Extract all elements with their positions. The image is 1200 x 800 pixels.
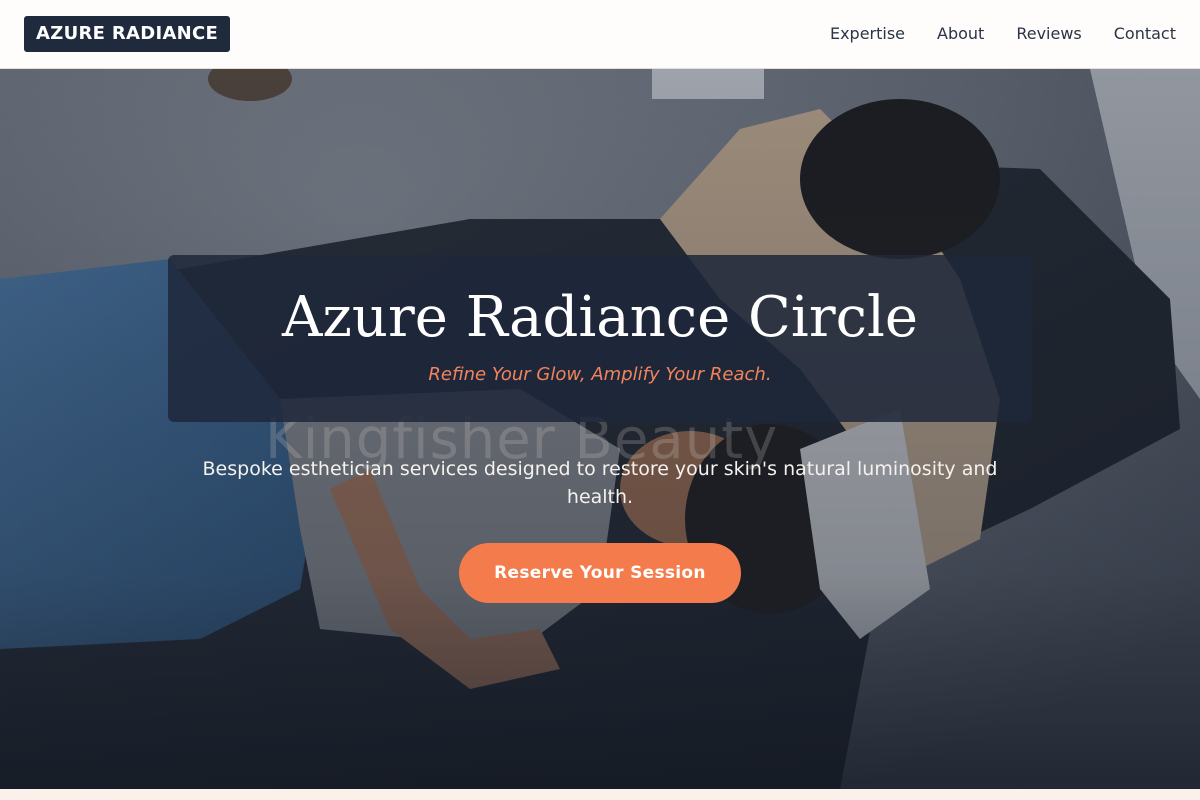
main-nav: Expertise About Reviews Contact bbox=[798, 24, 1176, 44]
nav-link-reviews[interactable]: Reviews bbox=[1016, 24, 1081, 44]
hero-title-card: Azure Radiance Circle Refine Your Glow, … bbox=[168, 255, 1032, 422]
nav-link-expertise[interactable]: Expertise bbox=[830, 24, 905, 44]
hero-tagline: Refine Your Glow, Amplify Your Reach. bbox=[428, 364, 772, 385]
hero-background-image bbox=[0, 69, 1200, 789]
site-header: AZURE RADIANCE Expertise About Reviews C… bbox=[0, 0, 1200, 69]
nav-link-about[interactable]: About bbox=[937, 24, 984, 44]
hero-description: Bespoke esthetician services designed to… bbox=[202, 458, 998, 508]
hero-photo-illustration bbox=[0, 69, 1200, 789]
reserve-session-button[interactable]: Reserve Your Session bbox=[459, 543, 741, 603]
nav-link-contact[interactable]: Contact bbox=[1114, 24, 1176, 44]
hero-section: Kingfisher Beauty Azure Radiance Circle … bbox=[0, 69, 1200, 789]
hero-title: Azure Radiance Circle bbox=[281, 285, 918, 350]
brand-logo[interactable]: AZURE RADIANCE bbox=[24, 16, 231, 52]
next-section-edge bbox=[0, 789, 1200, 800]
